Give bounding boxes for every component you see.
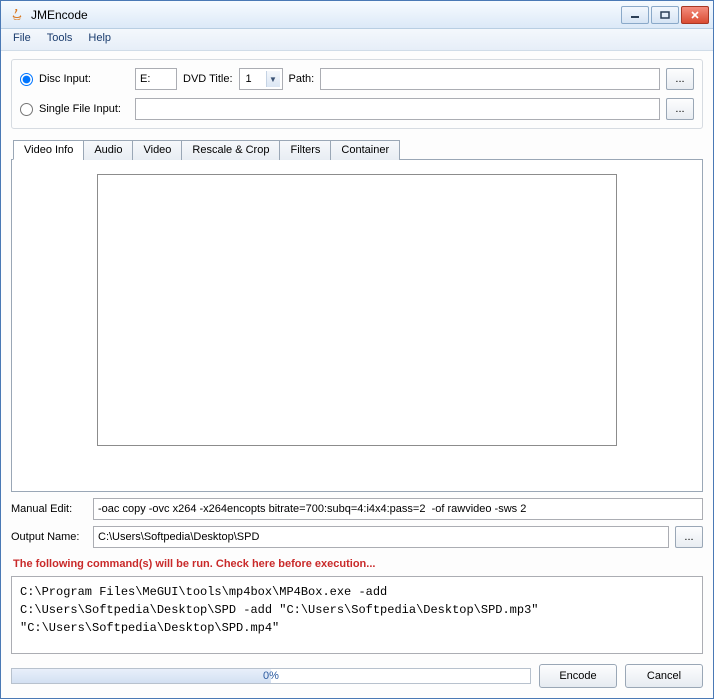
command-preview[interactable]: C:\Program Files\MeGUI\tools\mp4box\MP4B… (11, 576, 703, 654)
encode-button[interactable]: Encode (539, 664, 617, 688)
output-name-label: Output Name: (11, 531, 87, 543)
window: JMEncode File Tools Help Disc Input: DVD… (0, 0, 714, 699)
content: Disc Input: DVD Title: 1 ▼ Path: ... Sin… (1, 51, 713, 698)
single-file-input[interactable] (135, 98, 660, 120)
window-title: JMEncode (31, 8, 621, 22)
dvd-title-value: 1 (246, 73, 252, 85)
window-buttons (621, 6, 709, 24)
path-input[interactable] (320, 68, 660, 90)
tab-body (11, 159, 703, 492)
manual-edit-input[interactable] (93, 498, 703, 520)
tab-rescale-crop[interactable]: Rescale & Crop (181, 140, 280, 160)
drive-input[interactable] (135, 68, 177, 90)
disc-input-label: Disc Input: (39, 73, 129, 85)
close-button[interactable] (681, 6, 709, 24)
tab-video-info[interactable]: Video Info (13, 140, 84, 160)
tab-filters[interactable]: Filters (279, 140, 331, 160)
output-name-row: Output Name: ... (11, 526, 703, 548)
manual-edit-row: Manual Edit: (11, 498, 703, 520)
java-icon (9, 7, 25, 23)
output-name-input[interactable] (93, 526, 669, 548)
tab-video[interactable]: Video (132, 140, 182, 160)
single-file-label: Single File Input: (39, 103, 129, 115)
manual-edit-label: Manual Edit: (11, 503, 87, 515)
progress-label: 0% (12, 669, 530, 683)
menu-tools[interactable]: Tools (39, 29, 81, 50)
browse-path-button[interactable]: ... (666, 68, 694, 90)
bottom-bar: 0% Encode Cancel (11, 660, 703, 688)
preview-pane (97, 174, 617, 446)
warning-text: The following command(s) will be run. Ch… (11, 554, 703, 570)
menubar: File Tools Help (1, 29, 713, 51)
path-label: Path: (289, 73, 315, 85)
tabs: Video Info Audio Video Rescale & Crop Fi… (11, 139, 703, 492)
tab-header: Video Info Audio Video Rescale & Crop Fi… (11, 140, 703, 160)
dvd-title-select[interactable]: 1 ▼ (239, 68, 283, 90)
menu-file[interactable]: File (5, 29, 39, 50)
disc-input-row: Disc Input: DVD Title: 1 ▼ Path: ... (20, 68, 694, 90)
input-group: Disc Input: DVD Title: 1 ▼ Path: ... Sin… (11, 59, 703, 129)
menu-help[interactable]: Help (80, 29, 119, 50)
maximize-button[interactable] (651, 6, 679, 24)
cancel-button[interactable]: Cancel (625, 664, 703, 688)
chevron-down-icon: ▼ (266, 71, 280, 87)
tab-audio[interactable]: Audio (83, 140, 133, 160)
single-file-radio[interactable] (20, 103, 33, 116)
minimize-button[interactable] (621, 6, 649, 24)
single-file-row: Single File Input: ... (20, 98, 694, 120)
browse-output-button[interactable]: ... (675, 526, 703, 548)
dvd-title-label: DVD Title: (183, 73, 233, 85)
progress-bar: 0% (11, 668, 531, 684)
tab-container[interactable]: Container (330, 140, 400, 160)
browse-single-button[interactable]: ... (666, 98, 694, 120)
titlebar: JMEncode (1, 1, 713, 29)
disc-input-radio[interactable] (20, 73, 33, 86)
